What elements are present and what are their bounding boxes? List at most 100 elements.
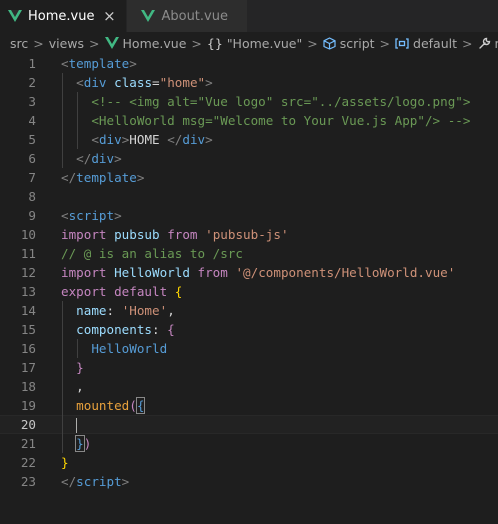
code-token: import	[61, 227, 107, 242]
code-line[interactable]: 19 mounted({	[0, 396, 498, 415]
code-line[interactable]: 9 <script>	[0, 206, 498, 225]
code-editor[interactable]: 1 <template> 2 <div class="home"> 3 <!-- <i…	[0, 54, 498, 491]
code-text: })	[61, 434, 91, 453]
code-token: mounted	[76, 398, 130, 413]
code-text: </div>	[61, 149, 122, 168]
code-token: <	[61, 208, 69, 223]
code-token: <!-- <img alt="Vue logo" src="../assets/…	[91, 94, 471, 109]
code-line[interactable]: 18 ,	[0, 377, 498, 396]
code-line[interactable]: 1 <template>	[0, 54, 498, 73]
code-token: </	[167, 132, 183, 147]
line-number: 10	[20, 227, 36, 242]
code-line[interactable]: 2 <div class="home">	[0, 73, 498, 92]
text-cursor	[76, 418, 78, 433]
code-text: }	[61, 358, 84, 377]
code-text: <div>HOME </div>	[61, 130, 212, 149]
line-number: 21	[20, 436, 36, 451]
line-number: 7	[28, 170, 36, 185]
code-line[interactable]: 3 <!-- <img alt="Vue logo" src="../asset…	[0, 92, 498, 111]
code-line[interactable]: 21 })	[0, 434, 498, 453]
field-icon	[395, 37, 409, 49]
code-token: // @ is an alias to /src	[61, 246, 243, 261]
tab-home-vue[interactable]: Home.vue ×	[0, 0, 128, 32]
code-token: 'pubsub-js'	[205, 227, 289, 242]
tab-about-vue[interactable]: About.vue	[127, 0, 249, 32]
code-token: </	[61, 170, 77, 185]
code-line[interactable]: 10 import pubsub from 'pubsub-js'	[0, 225, 498, 244]
chevron-right-icon: >	[89, 35, 100, 51]
breadcrumb-item-module[interactable]: "Home.vue"	[227, 36, 302, 51]
code-text: <div class="home">	[61, 73, 213, 92]
breadcrumb: src > views > Home.vue > {} "Home.vue" >…	[0, 32, 498, 54]
chevron-right-icon: >	[307, 35, 318, 51]
code-text: </script>	[61, 472, 129, 491]
cube-icon	[323, 36, 336, 50]
wrench-icon	[478, 37, 491, 50]
code-token: div	[182, 132, 206, 147]
code-line[interactable]: 22}	[0, 453, 498, 472]
code-token: >	[114, 151, 122, 166]
code-line[interactable]: 11 // @ is an alias to /src	[0, 244, 498, 263]
close-icon[interactable]: ×	[102, 7, 116, 25]
code-line[interactable]: 16 HelloWorld	[0, 339, 498, 358]
line-number: 20	[20, 417, 36, 432]
code-line[interactable]: 4 <HelloWorld msg="Welcome to Your Vue.j…	[0, 111, 498, 130]
line-number: 8	[28, 189, 36, 204]
code-token: script	[68, 208, 115, 223]
code-text: // @ is an alias to /src	[61, 244, 243, 263]
vue-logo-icon	[104, 37, 119, 49]
code-line[interactable]: 14 name: 'Home',	[0, 301, 498, 320]
code-text: components: {	[61, 320, 175, 339]
breadcrumb-item-src[interactable]: src	[10, 36, 28, 51]
code-token: div	[83, 75, 107, 90]
code-text: HelloWorld	[61, 339, 167, 358]
code-token: {	[174, 284, 183, 299]
line-number: 15	[20, 322, 36, 337]
breadcrumb-item-default[interactable]: default	[413, 36, 457, 51]
code-token: :	[152, 322, 168, 337]
line-number: 13	[20, 284, 36, 299]
line-number: 4	[28, 113, 36, 128]
breadcrumb-item-file[interactable]: Home.vue	[123, 36, 187, 51]
code-line[interactable]: 12 import HelloWorld from '@/components/H…	[0, 263, 498, 282]
code-text: name: 'Home',	[61, 301, 175, 320]
line-number: 18	[20, 379, 36, 394]
code-line[interactable]: 8	[0, 187, 498, 206]
code-line[interactable]: 6 </div>	[0, 149, 498, 168]
code-token: default	[114, 284, 168, 299]
code-line[interactable]: 7 </template>	[0, 168, 498, 187]
code-line[interactable]: 15 components: {	[0, 320, 498, 339]
tab-bar: Home.vue × About.vue	[0, 0, 498, 32]
code-text: <script>	[61, 206, 122, 225]
chevron-right-icon: >	[462, 35, 473, 51]
code-token: HelloWorld	[91, 341, 168, 356]
code-text: <template>	[61, 54, 137, 73]
code-token: from	[167, 227, 198, 242]
breadcrumb-item-script[interactable]: script	[340, 36, 375, 51]
code-token: }	[76, 360, 84, 375]
code-line[interactable]: 13 export default {	[0, 282, 498, 301]
code-text: </template>	[61, 168, 144, 187]
code-line[interactable]: 5 <div>HOME </div>	[0, 130, 498, 149]
code-token: div	[98, 132, 122, 147]
code-text: mounted({	[61, 396, 146, 415]
code-text: export default {	[61, 282, 182, 301]
code-line[interactable]: 23 </script>	[0, 472, 498, 491]
code-line[interactable]: 17 }	[0, 358, 498, 377]
code-line[interactable]: 20	[0, 415, 498, 434]
code-text: import HelloWorld from '@/components/Hel…	[61, 263, 455, 282]
breadcrumb-item-views[interactable]: views	[49, 36, 84, 51]
breadcrumb-item-mounted[interactable]: mounted	[495, 36, 498, 51]
